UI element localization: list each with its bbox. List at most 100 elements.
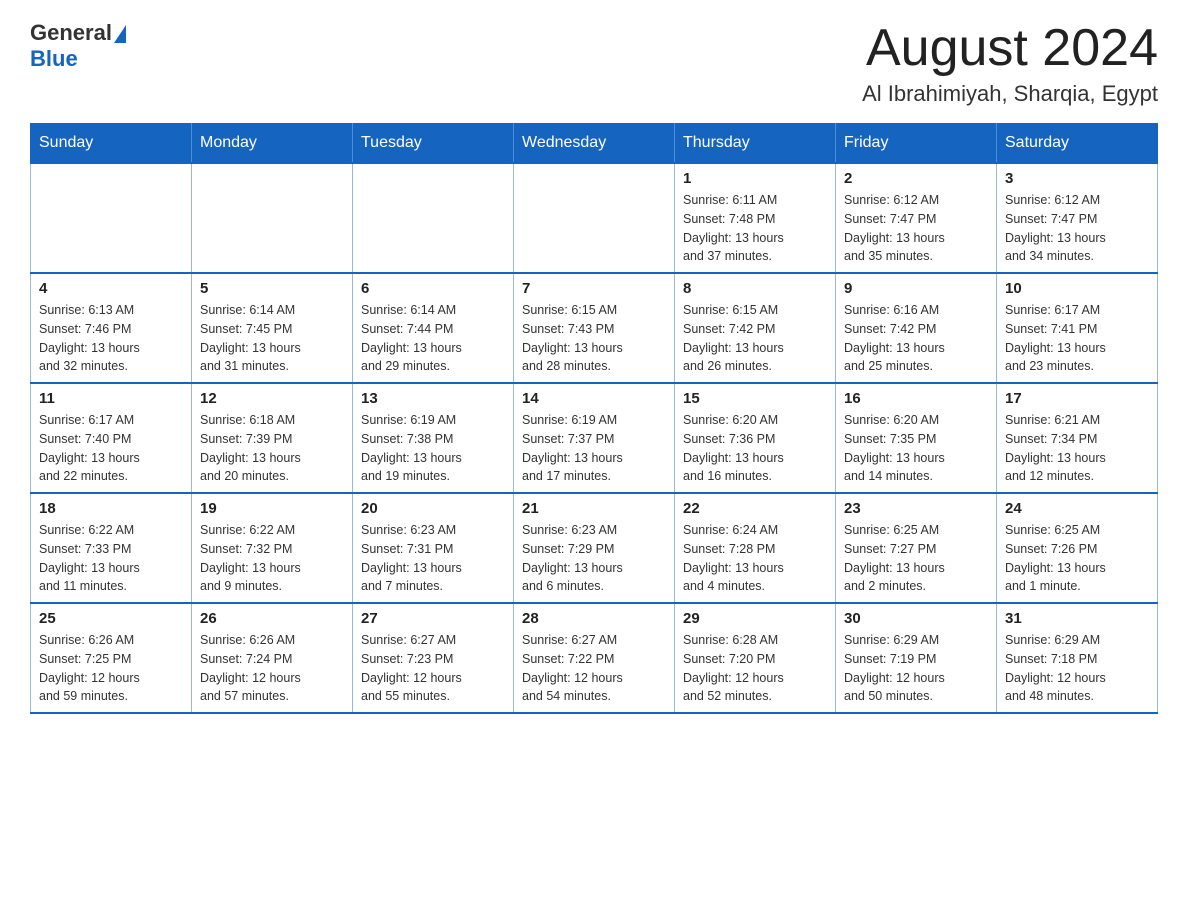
calendar-cell: 23Sunrise: 6:25 AM Sunset: 7:27 PM Dayli…	[836, 493, 997, 603]
day-info: Sunrise: 6:21 AM Sunset: 7:34 PM Dayligh…	[1005, 411, 1149, 486]
calendar-cell: 22 Sunrise: 6:24 AM Sunset: 7:28 PM Dayli…	[675, 493, 836, 603]
calendar-cell: 19 Sunrise: 6:22 AM Sunset: 7:32 PM Dayli…	[192, 493, 353, 603]
calendar-header-row: SundayMondayTuesdayWednesdayThursdayFrid…	[31, 124, 1158, 164]
calendar-cell: 28 Sunrise: 6:27 AM Sunset: 7:22 PM Dayli…	[514, 603, 675, 713]
calendar-cell	[514, 163, 675, 273]
location-title: Al Ibrahimiyah, Sharqia, Egypt	[862, 81, 1158, 107]
calendar-cell: 14 Sunrise: 6:19 AM Sunset: 7:37 PM Dayli…	[514, 383, 675, 493]
weekday-header-tuesday: Tuesday	[353, 124, 514, 164]
weekday-header-friday: Friday	[836, 124, 997, 164]
calendar-cell: 11 Sunrise: 6:17 AM Sunset: 7:40 PM Dayli…	[31, 383, 192, 493]
day-number: 24	[1005, 500, 1149, 517]
calendar-cell	[192, 163, 353, 273]
calendar-cell: 31 Sunrise: 6:29 AM Sunset: 7:18 PM Dayli…	[997, 603, 1158, 713]
day-number: 22	[683, 500, 827, 517]
calendar-cell: 24 Sunrise: 6:25 AM Sunset: 7:26 PM Dayli…	[997, 493, 1158, 603]
calendar-cell: 7 Sunrise: 6:15 AM Sunset: 7:43 PM Daylig…	[514, 273, 675, 383]
weekday-header-wednesday: Wednesday	[514, 124, 675, 164]
day-info: Sunrise: 6:13 AM Sunset: 7:46 PM Dayligh…	[39, 301, 183, 376]
calendar-cell: 15 Sunrise: 6:20 AM Sunset: 7:36 PM Dayli…	[675, 383, 836, 493]
calendar-cell: 27 Sunrise: 6:27 AM Sunset: 7:23 PM Dayli…	[353, 603, 514, 713]
day-info: Sunrise: 6:12 AM Sunset: 7:47 PM Dayligh…	[844, 191, 988, 266]
day-info: Sunrise: 6:23 AM Sunset: 7:31 PM Dayligh…	[361, 521, 505, 596]
calendar-cell: 18Sunrise: 6:22 AM Sunset: 7:33 PM Dayli…	[31, 493, 192, 603]
day-number: 2	[844, 170, 988, 187]
day-info: Sunrise: 6:20 AM Sunset: 7:36 PM Dayligh…	[683, 411, 827, 486]
day-number: 8	[683, 280, 827, 297]
calendar-cell: 25Sunrise: 6:26 AM Sunset: 7:25 PM Dayli…	[31, 603, 192, 713]
day-number: 16	[844, 390, 988, 407]
day-info: Sunrise: 6:17 AM Sunset: 7:41 PM Dayligh…	[1005, 301, 1149, 376]
month-title: August 2024	[862, 20, 1158, 77]
day-info: Sunrise: 6:25 AM Sunset: 7:26 PM Dayligh…	[1005, 521, 1149, 596]
day-number: 29	[683, 610, 827, 627]
page-header: General Blue August 2024 Al Ibrahimiyah,…	[30, 20, 1158, 107]
calendar-cell: 26Sunrise: 6:26 AM Sunset: 7:24 PM Dayli…	[192, 603, 353, 713]
calendar-cell: 4Sunrise: 6:13 AM Sunset: 7:46 PM Daylig…	[31, 273, 192, 383]
weekday-header-sunday: Sunday	[31, 124, 192, 164]
day-info: Sunrise: 6:22 AM Sunset: 7:33 PM Dayligh…	[39, 521, 183, 596]
calendar-cell	[31, 163, 192, 273]
day-info: Sunrise: 6:12 AM Sunset: 7:47 PM Dayligh…	[1005, 191, 1149, 266]
day-number: 30	[844, 610, 988, 627]
calendar-cell: 21Sunrise: 6:23 AM Sunset: 7:29 PM Dayli…	[514, 493, 675, 603]
day-info: Sunrise: 6:20 AM Sunset: 7:35 PM Dayligh…	[844, 411, 988, 486]
logo: General Blue	[30, 20, 126, 72]
day-info: Sunrise: 6:29 AM Sunset: 7:18 PM Dayligh…	[1005, 631, 1149, 706]
day-info: Sunrise: 6:22 AM Sunset: 7:32 PM Dayligh…	[200, 521, 344, 596]
day-number: 19	[200, 500, 344, 517]
day-number: 5	[200, 280, 344, 297]
day-info: Sunrise: 6:18 AM Sunset: 7:39 PM Dayligh…	[200, 411, 344, 486]
day-number: 17	[1005, 390, 1149, 407]
weekday-header-saturday: Saturday	[997, 124, 1158, 164]
calendar-cell: 2 Sunrise: 6:12 AM Sunset: 7:47 PM Daylig…	[836, 163, 997, 273]
calendar-cell: 29 Sunrise: 6:28 AM Sunset: 7:20 PM Dayli…	[675, 603, 836, 713]
day-number: 27	[361, 610, 505, 627]
calendar-cell: 3 Sunrise: 6:12 AM Sunset: 7:47 PM Daylig…	[997, 163, 1158, 273]
calendar-cell	[353, 163, 514, 273]
day-info: Sunrise: 6:16 AM Sunset: 7:42 PM Dayligh…	[844, 301, 988, 376]
logo-blue-text: Blue	[30, 46, 78, 72]
day-info: Sunrise: 6:17 AM Sunset: 7:40 PM Dayligh…	[39, 411, 183, 486]
calendar-week-row: 18Sunrise: 6:22 AM Sunset: 7:33 PM Dayli…	[31, 493, 1158, 603]
day-number: 14	[522, 390, 666, 407]
day-info: Sunrise: 6:27 AM Sunset: 7:22 PM Dayligh…	[522, 631, 666, 706]
calendar-cell: 13Sunrise: 6:19 AM Sunset: 7:38 PM Dayli…	[353, 383, 514, 493]
day-info: Sunrise: 6:25 AM Sunset: 7:27 PM Dayligh…	[844, 521, 988, 596]
day-number: 25	[39, 610, 183, 627]
calendar-cell: 6 Sunrise: 6:14 AM Sunset: 7:44 PM Daylig…	[353, 273, 514, 383]
weekday-header-monday: Monday	[192, 124, 353, 164]
day-number: 7	[522, 280, 666, 297]
calendar-cell: 20Sunrise: 6:23 AM Sunset: 7:31 PM Dayli…	[353, 493, 514, 603]
day-info: Sunrise: 6:28 AM Sunset: 7:20 PM Dayligh…	[683, 631, 827, 706]
day-number: 15	[683, 390, 827, 407]
day-number: 11	[39, 390, 183, 407]
day-number: 10	[1005, 280, 1149, 297]
day-info: Sunrise: 6:29 AM Sunset: 7:19 PM Dayligh…	[844, 631, 988, 706]
calendar-cell: 8 Sunrise: 6:15 AM Sunset: 7:42 PM Daylig…	[675, 273, 836, 383]
logo-triangle-icon	[114, 25, 126, 43]
day-number: 9	[844, 280, 988, 297]
day-number: 6	[361, 280, 505, 297]
day-number: 31	[1005, 610, 1149, 627]
calendar-cell: 1 Sunrise: 6:11 AM Sunset: 7:48 PM Daylig…	[675, 163, 836, 273]
calendar-cell: 10 Sunrise: 6:17 AM Sunset: 7:41 PM Dayli…	[997, 273, 1158, 383]
calendar-cell: 30 Sunrise: 6:29 AM Sunset: 7:19 PM Dayli…	[836, 603, 997, 713]
day-info: Sunrise: 6:23 AM Sunset: 7:29 PM Dayligh…	[522, 521, 666, 596]
day-info: Sunrise: 6:24 AM Sunset: 7:28 PM Dayligh…	[683, 521, 827, 596]
day-info: Sunrise: 6:11 AM Sunset: 7:48 PM Dayligh…	[683, 191, 827, 266]
day-number: 3	[1005, 170, 1149, 187]
day-info: Sunrise: 6:15 AM Sunset: 7:43 PM Dayligh…	[522, 301, 666, 376]
day-info: Sunrise: 6:14 AM Sunset: 7:44 PM Dayligh…	[361, 301, 505, 376]
logo-general-text: General	[30, 20, 112, 46]
day-number: 28	[522, 610, 666, 627]
day-info: Sunrise: 6:27 AM Sunset: 7:23 PM Dayligh…	[361, 631, 505, 706]
day-info: Sunrise: 6:19 AM Sunset: 7:37 PM Dayligh…	[522, 411, 666, 486]
calendar-week-row: 1 Sunrise: 6:11 AM Sunset: 7:48 PM Daylig…	[31, 163, 1158, 273]
day-info: Sunrise: 6:15 AM Sunset: 7:42 PM Dayligh…	[683, 301, 827, 376]
day-number: 26	[200, 610, 344, 627]
day-number: 1	[683, 170, 827, 187]
calendar-week-row: 25Sunrise: 6:26 AM Sunset: 7:25 PM Dayli…	[31, 603, 1158, 713]
day-number: 13	[361, 390, 505, 407]
calendar-week-row: 11 Sunrise: 6:17 AM Sunset: 7:40 PM Dayli…	[31, 383, 1158, 493]
